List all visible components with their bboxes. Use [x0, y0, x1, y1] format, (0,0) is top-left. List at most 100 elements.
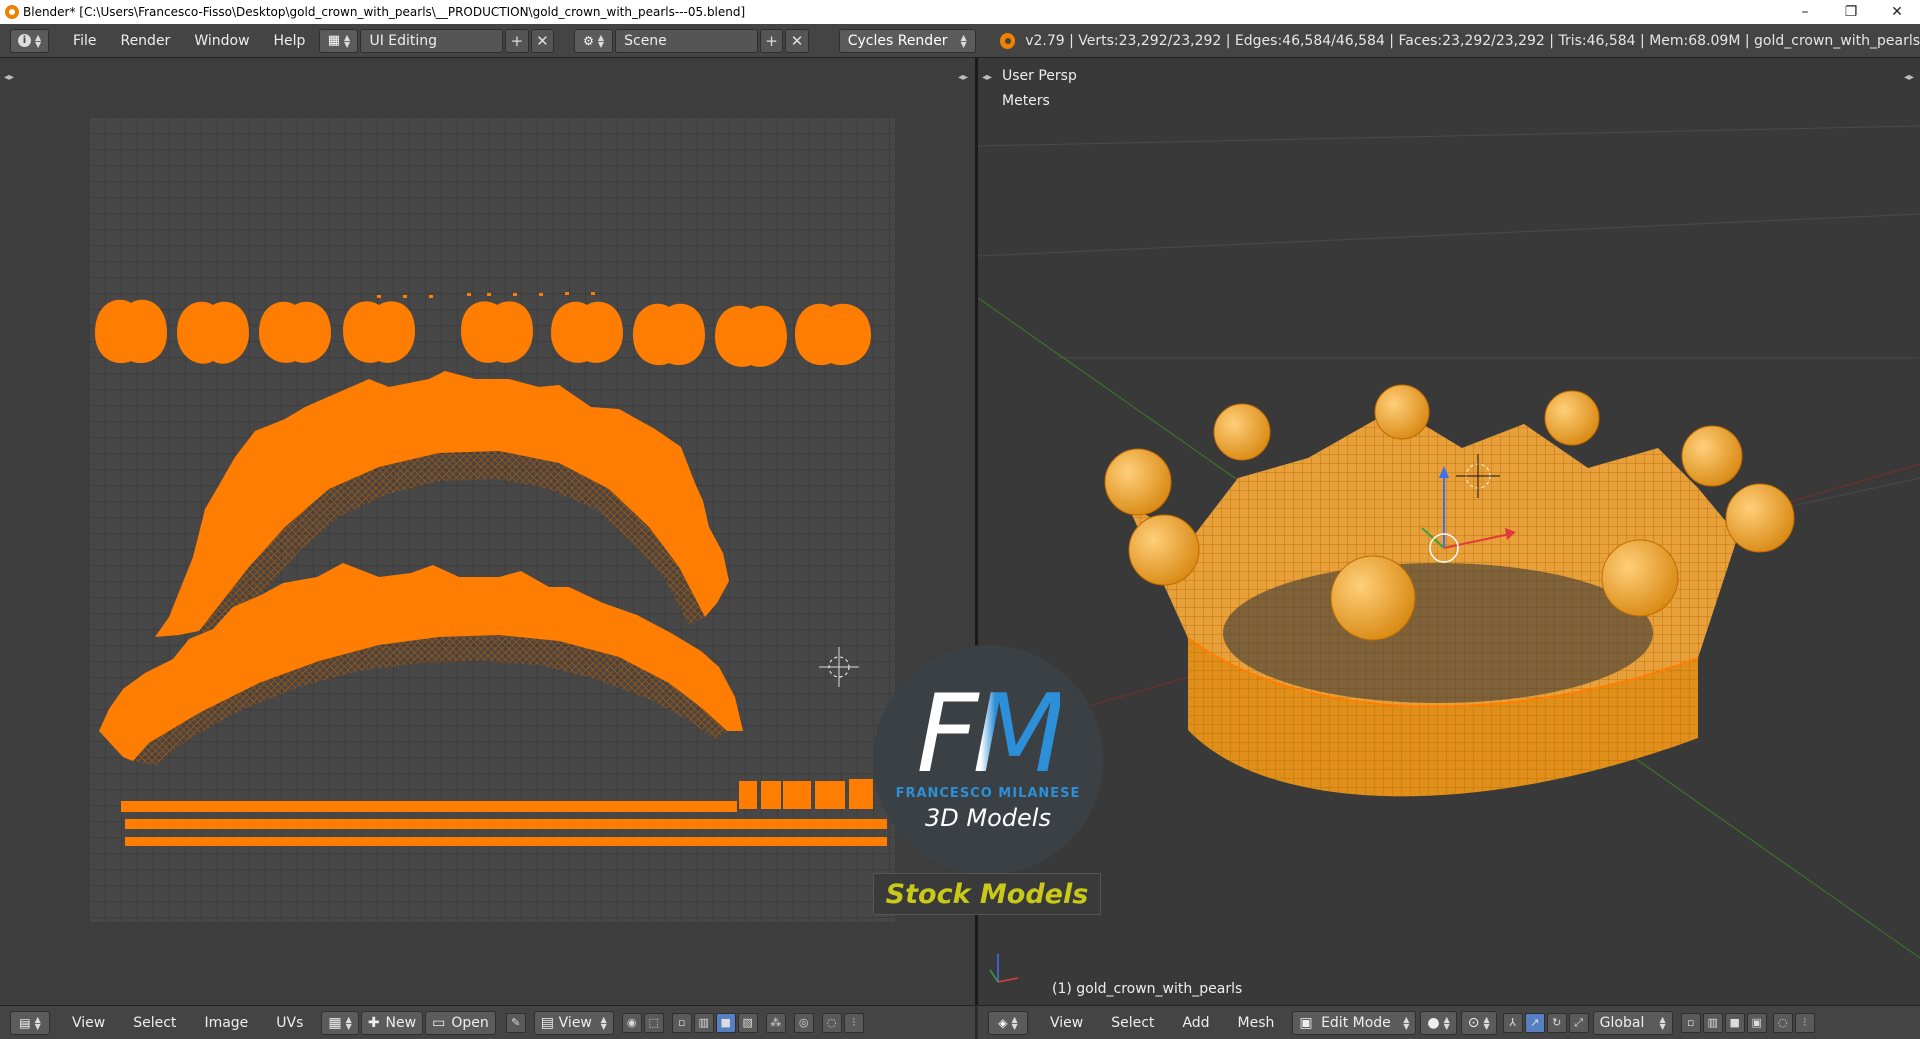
- snap-icon[interactable]: ⫶: [1794, 1012, 1815, 1033]
- solid-shading-icon: ●: [1427, 1014, 1440, 1031]
- pivot-point-icon: ⊙: [1467, 1014, 1480, 1031]
- editor-type-info-button[interactable]: i ▲ ▼: [10, 28, 50, 53]
- open-image-button[interactable]: ▭ Open: [425, 1010, 496, 1035]
- chevron-updown-icon: ▲ ▼: [345, 1014, 352, 1031]
- camera-icon[interactable]: ◉: [621, 1012, 642, 1033]
- remove-screen-button[interactable]: ✕: [530, 28, 555, 53]
- band-uv-islands: [121, 779, 887, 846]
- view-mode-icon: ▤: [540, 1014, 554, 1031]
- chevron-updown-icon: ▲ ▼: [597, 32, 605, 49]
- vertex-select-icon[interactable]: ▫: [671, 1012, 692, 1033]
- scene-field[interactable]: Scene: [615, 28, 758, 53]
- info-icon: i: [17, 34, 31, 47]
- watermark-monogram: FM: [916, 672, 1065, 797]
- uv-menu-uvs[interactable]: UVs: [262, 1015, 317, 1031]
- uv-menu-select[interactable]: Select: [119, 1015, 190, 1031]
- menu-render[interactable]: Render: [108, 24, 182, 58]
- view3d-menu-mesh[interactable]: Mesh: [1224, 1015, 1289, 1031]
- plus-icon: +: [510, 31, 524, 50]
- close-window-button[interactable]: ✕: [1874, 0, 1920, 24]
- editor-type-uv-button[interactable]: ▤ ▲ ▼: [10, 1010, 50, 1035]
- uv-image-editor[interactable]: ◂▸ ◂▸: [0, 58, 975, 1005]
- snap-icon[interactable]: ⫶: [843, 1012, 864, 1033]
- pivot-icon[interactable]: ◎: [793, 1012, 814, 1033]
- render-engine-label: Cycles Render: [847, 32, 948, 49]
- window-title: Blender* [C:\Users\Francesco-Fisso\Deskt…: [23, 5, 746, 19]
- image-browse-button[interactable]: ▦ ▲ ▼: [321, 1010, 359, 1035]
- chevron-updown-icon: ▲ ▼: [1443, 1014, 1450, 1031]
- view3d-menu-view[interactable]: View: [1036, 1015, 1097, 1031]
- mode-label: Edit Mode: [1321, 1014, 1391, 1031]
- maximize-button[interactable]: ❐: [1828, 0, 1874, 24]
- plus-icon: +: [765, 31, 778, 50]
- scale-manipulator-icon[interactable]: ⤢: [1568, 1012, 1589, 1033]
- chevron-updown-icon: ▲ ▼: [1483, 1014, 1490, 1031]
- region-toggle-right-icon[interactable]: ◂▸: [958, 72, 968, 83]
- 3d-view-icon: ◈: [998, 1015, 1008, 1030]
- chevron-updown-icon: ▲ ▼: [960, 32, 967, 49]
- occlude-geometry-icon[interactable]: ▣: [1746, 1012, 1767, 1033]
- new-image-button[interactable]: ✚ New: [360, 1010, 424, 1035]
- region-toggle-left-icon[interactable]: ◂▸: [4, 72, 14, 83]
- add-scene-button[interactable]: +: [759, 28, 784, 53]
- blender-logo-icon: [999, 32, 1016, 49]
- 2d-cursor-icon[interactable]: [819, 647, 859, 687]
- view-mode-label: View: [558, 1014, 592, 1031]
- sync-selection-icon[interactable]: ⬚: [643, 1012, 664, 1033]
- manipulator-toggle-icon[interactable]: ⅄: [1502, 1012, 1523, 1033]
- remove-scene-button[interactable]: ✕: [785, 28, 809, 53]
- translate-manipulator-icon[interactable]: ↗: [1524, 1012, 1545, 1033]
- edge-select-icon[interactable]: ▥: [1702, 1012, 1723, 1033]
- menu-file[interactable]: File: [61, 24, 108, 58]
- chevron-updown-icon: ▲ ▼: [34, 32, 42, 49]
- chevron-updown-icon: ▲ ▼: [1011, 1014, 1018, 1031]
- stock-models-text: Stock Models: [885, 878, 1089, 910]
- chevron-updown-icon: ▲ ▼: [1659, 1014, 1666, 1031]
- vertex-select-icon[interactable]: ▫: [1680, 1012, 1701, 1033]
- image-editor-icon: ▤: [19, 1015, 31, 1030]
- sticky-select-icon[interactable]: ⁂: [765, 1012, 786, 1033]
- render-engine-select[interactable]: Cycles Render ▲ ▼: [838, 28, 976, 53]
- scene-browse-button[interactable]: ⚙ ▲ ▼: [574, 28, 614, 53]
- x-icon: ✕: [790, 31, 804, 50]
- proportional-edit-icon[interactable]: ◌: [1772, 1012, 1793, 1033]
- plus-icon: ✚: [367, 1014, 380, 1031]
- view3d-menu-select[interactable]: Select: [1097, 1015, 1168, 1031]
- chevron-updown-icon: ▲ ▼: [344, 32, 351, 49]
- stock-models-banner: Stock Models: [873, 873, 1101, 915]
- crown-mesh[interactable]: [1104, 384, 1795, 797]
- pivot-select[interactable]: ⊙ ▲ ▼: [1460, 1010, 1497, 1035]
- view3d-menu-add[interactable]: Add: [1168, 1015, 1223, 1031]
- shading-select[interactable]: ● ▲ ▼: [1420, 1010, 1457, 1035]
- viewport-scene[interactable]: [978, 58, 1920, 1005]
- minimize-button[interactable]: –: [1782, 0, 1828, 24]
- fm-watermark-logo: FM FRANCESCO MILANESE 3D Models: [873, 645, 1103, 875]
- uv-menu-image[interactable]: Image: [190, 1015, 262, 1031]
- edit-mode-icon: ▣: [1299, 1014, 1313, 1031]
- menu-help[interactable]: Help: [262, 24, 318, 58]
- face-select-icon[interactable]: ■: [715, 1012, 736, 1033]
- image-mode-select[interactable]: ▤ View ▲ ▼: [533, 1010, 614, 1035]
- blender-logo-icon: [5, 5, 19, 19]
- 3d-viewport[interactable]: ◂▸ ◂▸ User Persp Meters (1) gold_crown_w…: [978, 58, 1920, 1005]
- proportional-edit-icon[interactable]: ◌: [821, 1012, 842, 1033]
- rotate-manipulator-icon[interactable]: ↻: [1546, 1012, 1567, 1033]
- add-screen-button[interactable]: +: [505, 28, 529, 53]
- pin-icon[interactable]: ✎: [505, 1012, 526, 1033]
- screen-layout-browse-button[interactable]: ▦ ▲ ▼: [319, 28, 359, 53]
- open-image-label: Open: [451, 1014, 489, 1031]
- face-select-icon[interactable]: ■: [1724, 1012, 1745, 1033]
- chevron-updown-icon: ▲ ▼: [1403, 1014, 1410, 1031]
- uv-islands[interactable]: [89, 117, 895, 922]
- menu-window[interactable]: Window: [182, 24, 261, 58]
- edge-select-icon[interactable]: ▥: [693, 1012, 714, 1033]
- editor-type-3d-button[interactable]: ◈ ▲ ▼: [988, 1010, 1028, 1035]
- orientation-select[interactable]: Global ▲ ▼: [1592, 1010, 1673, 1035]
- uv-grid[interactable]: [89, 117, 895, 922]
- uv-menu-view[interactable]: View: [58, 1015, 119, 1031]
- island-select-icon[interactable]: ▧: [737, 1012, 758, 1033]
- window-titlebar: Blender* [C:\Users\Francesco-Fisso\Deskt…: [0, 0, 1920, 24]
- mode-select[interactable]: ▣ Edit Mode ▲ ▼: [1292, 1010, 1417, 1035]
- x-icon: ✕: [536, 31, 549, 50]
- screen-layout-field[interactable]: UI Editing: [360, 28, 504, 53]
